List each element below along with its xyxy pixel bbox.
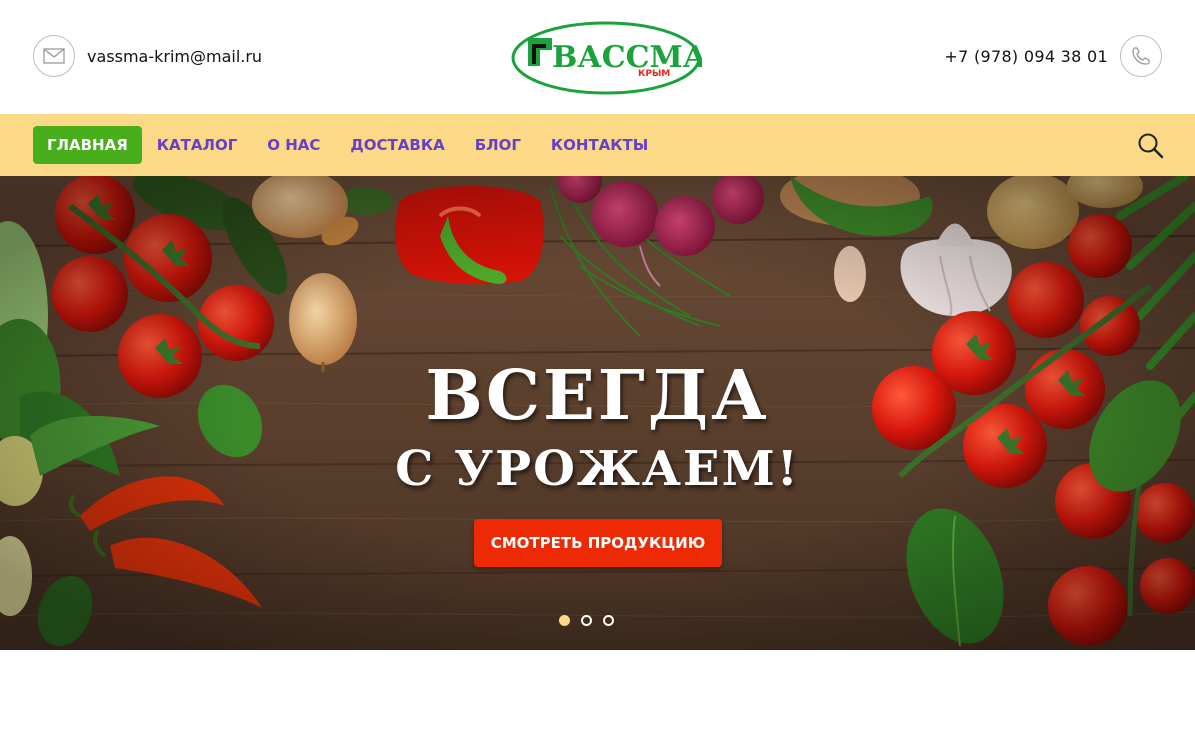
view-products-button[interactable]: СМОТРЕТЬ ПРОДУКЦИЮ <box>474 519 722 567</box>
hero-title-line2: С УРОЖАЕМ! <box>395 441 800 497</box>
slider-dot-2[interactable] <box>581 615 592 626</box>
nav-item-catalog[interactable]: КАТАЛОГ <box>142 126 252 164</box>
email-link[interactable]: vassma-krim@mail.ru <box>87 47 262 66</box>
slider-dot-3[interactable] <box>603 615 614 626</box>
phone-link[interactable]: +7 (978) 094 38 01 <box>944 47 1108 66</box>
logo[interactable]: ВАССМА КРЫМ <box>510 20 708 96</box>
svg-text:КРЫМ: КРЫМ <box>638 69 670 79</box>
nav-item-home[interactable]: ГЛАВНАЯ <box>33 126 142 164</box>
nav-item-delivery[interactable]: ДОСТАВКА <box>335 126 459 164</box>
nav-item-blog[interactable]: БЛОГ <box>460 126 536 164</box>
svg-text:ВАССМА: ВАССМА <box>552 40 702 75</box>
main-nav: ГЛАВНАЯ КАТАЛОГ О НАС ДОСТАВКА БЛОГ КОНТ… <box>0 114 1195 176</box>
slider-dot-1[interactable] <box>559 615 570 626</box>
phone-icon <box>1120 35 1162 77</box>
nav-list: ГЛАВНАЯ КАТАЛОГ О НАС ДОСТАВКА БЛОГ КОНТ… <box>33 126 663 164</box>
page-body-space <box>0 650 1195 745</box>
slider-dots <box>559 615 625 626</box>
hero-slider: ВСЕГДА С УРОЖАЕМ! СМОТРЕТЬ ПРОДУКЦИЮ <box>0 176 1195 650</box>
email-contact[interactable]: vassma-krim@mail.ru <box>33 35 262 77</box>
hero-title-line1: ВСЕГДА <box>425 356 770 436</box>
mail-icon <box>33 35 75 77</box>
nav-item-about[interactable]: О НАС <box>252 126 335 164</box>
phone-contact[interactable]: +7 (978) 094 38 01 <box>944 35 1162 77</box>
site-header: vassma-krim@mail.ru ВАССМА КРЫМ +7 (978)… <box>0 0 1195 114</box>
search-icon[interactable] <box>1137 132 1165 160</box>
nav-item-contacts[interactable]: КОНТАКТЫ <box>536 126 663 164</box>
